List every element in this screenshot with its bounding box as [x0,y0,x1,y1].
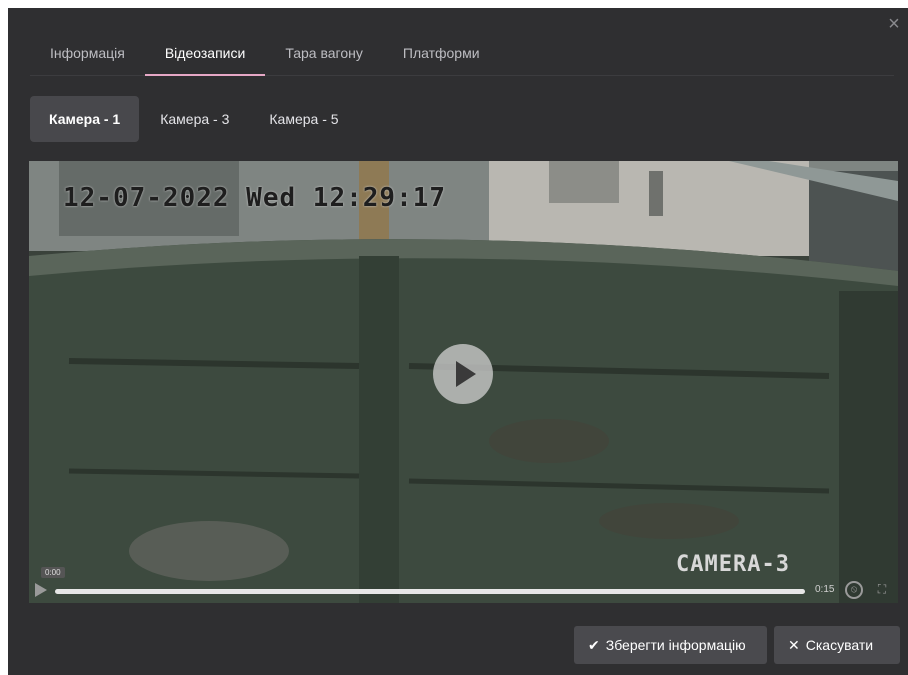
tab-video-recordings[interactable]: Відеозаписи [144,38,266,76]
save-button-label: Зберегти інформацію [605,637,746,653]
close-icon[interactable]: × [884,14,904,34]
play-button[interactable] [433,344,493,404]
play-icon[interactable] [35,583,47,597]
fullscreen-icon[interactable]: ⛶ [875,582,889,596]
duration-label: 0:15 [815,584,835,595]
close-icon: ✕ [788,637,800,653]
save-button[interactable]: ✔ Зберегти інформацію [574,626,767,664]
cancel-button-label: Скасувати [805,637,874,653]
tab-camera-3[interactable]: Камера - 3 [141,96,248,142]
tab-information[interactable]: Інформація [30,38,145,76]
main-tabs: Інформація Відеозаписи Тара вагону Платф… [30,38,894,76]
cancel-button[interactable]: ✕ Скасувати [774,626,900,664]
tab-camera-1[interactable]: Камера - 1 [30,96,140,142]
tab-camera-5[interactable]: Камера - 5 [250,96,357,142]
current-time-badge: 0:00 [41,567,65,578]
osd-timestamp: 12-07-2022 Wed 12:29:17 [63,183,447,213]
tab-platforms[interactable]: Платформи [383,38,500,76]
video-dialog: × Інформація Відеозаписи Тара вагону Пла… [8,8,908,675]
progress-bar[interactable] [55,589,805,594]
camera-tabs: Камера - 1 Камера - 3 Камера - 5 [30,96,358,142]
video-player[interactable]: 12-07-2022 Wed 12:29:17 CAMERA-3 0:00 0:… [29,161,898,603]
checkmark-icon: ✔ [588,637,600,653]
playback-speed-icon[interactable]: ⦸ [845,581,863,599]
tab-wagon-tare[interactable]: Тара вагону [265,38,383,76]
osd-camera-label: CAMERA-3 [676,552,790,577]
video-controls: 0:00 0:15 ⦸ ⛶ [29,567,898,603]
